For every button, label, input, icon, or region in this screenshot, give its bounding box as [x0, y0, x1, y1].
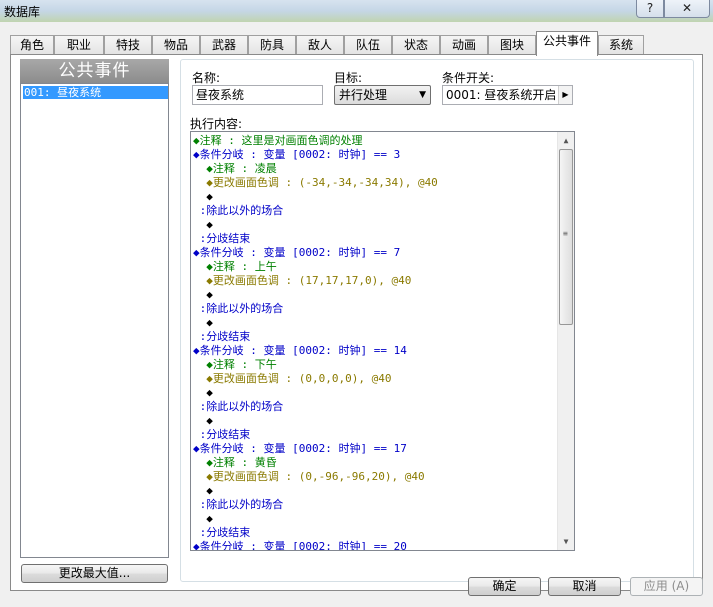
command-line[interactable]: ◆注释 : 下午	[193, 358, 277, 372]
command-list[interactable]: ◆注释 : 这里是对画面色调的处理 ◆条件分岐 : 变量 [0002: 时钟] =…	[190, 131, 575, 551]
event-list[interactable]: 001: 昼夜系统	[20, 83, 169, 558]
chevron-down-icon: ▼	[419, 90, 426, 100]
command-line[interactable]: ◆注释 : 上午	[193, 260, 277, 274]
command-line[interactable]: ◆更改画面色调 : (0,0,0,0), @40	[193, 372, 391, 386]
tab-enemies[interactable]: 敌人	[296, 35, 344, 55]
command-line[interactable]: :除此以外的场合	[193, 498, 284, 512]
command-line[interactable]: :分歧结束	[193, 526, 251, 540]
trigger-select[interactable]: 并行处理 ▼	[334, 85, 431, 105]
command-line[interactable]: ◆更改画面色调 : (17,17,17,0), @40	[193, 274, 411, 288]
tab-tilesets[interactable]: 图块	[488, 35, 536, 55]
list-item[interactable]: 001: 昼夜系统	[23, 86, 168, 99]
command-line[interactable]: ◆	[193, 316, 213, 330]
close-button[interactable]: ✕	[664, 0, 710, 18]
tab-classes[interactable]: 职业	[54, 35, 104, 55]
help-button[interactable]: ?	[636, 0, 664, 18]
scroll-down-icon[interactable]: ▼	[558, 533, 574, 550]
change-max-button[interactable]: 更改最大值...	[21, 564, 168, 583]
command-line[interactable]: ◆更改画面色调 : (0,-96,-96,20), @40	[193, 470, 424, 484]
command-line[interactable]: :除此以外的场合	[193, 302, 284, 316]
contents-label: 执行内容:	[190, 117, 243, 131]
command-line[interactable]: ◆条件分岐 : 变量 [0002: 时钟] == 3	[193, 148, 400, 162]
command-line[interactable]: ◆条件分岐 : 变量 [0002: 时钟] == 17	[193, 442, 407, 456]
command-line[interactable]: ◆	[193, 484, 213, 498]
command-line[interactable]: ◆	[193, 288, 213, 302]
scroll-thumb[interactable]: ≡	[559, 149, 573, 325]
switch-selector[interactable]: 0001: 昼夜系统开启 ▶	[442, 85, 573, 105]
tab-states[interactable]: 状态	[392, 35, 440, 55]
tab-weapons[interactable]: 武器	[200, 35, 248, 55]
name-field[interactable]: 昼夜系统	[192, 85, 323, 105]
command-line[interactable]: ◆	[193, 414, 213, 428]
common-events-panel: 公共事件 001: 昼夜系统 更改最大值... 名称: 昼夜系统 目标: 并行处…	[10, 54, 703, 591]
command-line[interactable]: ◆注释 : 黄昏	[193, 456, 277, 470]
database-window: 角色 职业 特技 物品 武器 防具 敌人 队伍 状态 动画 图块 公共事件 系统…	[0, 22, 713, 607]
window-title: 数据库	[4, 5, 41, 19]
title-bar: 数据库 ? ✕	[0, 0, 713, 22]
switch-value: 0001: 昼夜系统开启	[446, 88, 557, 102]
switch-label: 条件开关:	[442, 71, 495, 85]
command-line[interactable]: ◆更改画面色调 : (-34,-34,-34,34), @40	[193, 176, 438, 190]
scroll-up-icon[interactable]: ▲	[558, 132, 574, 149]
command-line[interactable]: ◆注释 : 凌晨	[193, 162, 277, 176]
name-label: 名称:	[192, 71, 221, 85]
tab-troops[interactable]: 队伍	[344, 35, 392, 55]
tab-common-events[interactable]: 公共事件	[536, 31, 598, 56]
vertical-scrollbar[interactable]: ▲ ≡ ▼	[557, 132, 574, 550]
command-line[interactable]: ◆	[193, 190, 213, 204]
command-line[interactable]: ◆	[193, 512, 213, 526]
tab-animations[interactable]: 动画	[440, 35, 488, 55]
command-line[interactable]: :分歧结束	[193, 330, 251, 344]
command-line[interactable]: ◆条件分岐 : 变量 [0002: 时钟] == 14	[193, 344, 407, 358]
command-line[interactable]: :除此以外的场合	[193, 204, 284, 218]
command-line[interactable]: ◆条件分岐 : 变量 [0002: 时钟] == 20	[193, 540, 407, 550]
tab-items[interactable]: 物品	[152, 35, 200, 55]
apply-button[interactable]: 应用 (A)	[630, 577, 703, 596]
tab-skills[interactable]: 特技	[104, 35, 152, 55]
event-list-header: 公共事件	[20, 59, 169, 83]
tab-actors[interactable]: 角色	[10, 35, 54, 55]
ok-button[interactable]: 确定	[468, 577, 541, 596]
tab-system[interactable]: 系统	[598, 35, 644, 55]
command-line[interactable]: ◆注释 : 这里是对画面色调的处理	[193, 134, 363, 148]
command-line[interactable]: :除此以外的场合	[193, 400, 284, 414]
trigger-value: 并行处理	[339, 88, 388, 102]
command-line[interactable]: :分歧结束	[193, 232, 251, 246]
tab-armors[interactable]: 防具	[248, 35, 296, 55]
cancel-button[interactable]: 取消	[548, 577, 621, 596]
command-line[interactable]: ◆	[193, 218, 213, 232]
chevron-right-icon: ▶	[558, 86, 572, 104]
command-line[interactable]: ◆条件分岐 : 变量 [0002: 时钟] == 7	[193, 246, 400, 260]
trigger-label: 目标:	[334, 71, 363, 85]
grip-icon: ≡	[563, 229, 568, 238]
command-line[interactable]: ◆	[193, 386, 213, 400]
command-line[interactable]: :分歧结束	[193, 428, 251, 442]
